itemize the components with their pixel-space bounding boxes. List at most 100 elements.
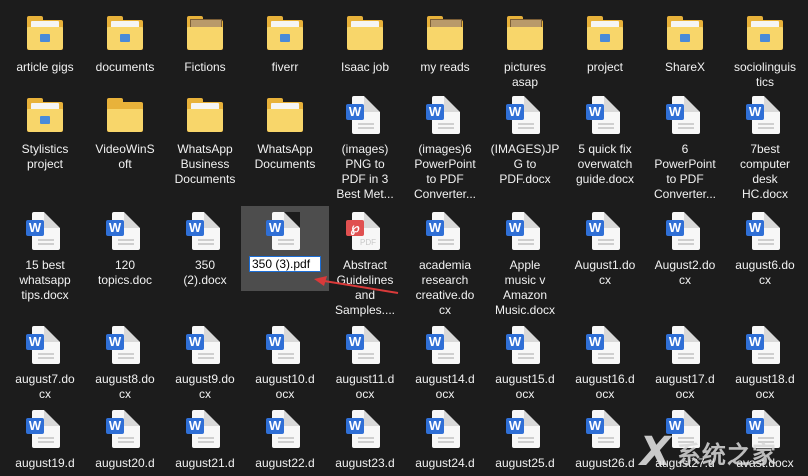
word-w-glyph: W: [106, 334, 124, 350]
file-item[interactable]: W 5 quick fix overwatch guide.docx: [565, 96, 645, 187]
file-item[interactable]: Waugust26.d: [565, 410, 645, 471]
item-label: 6 PowerPoint to PDF Converter...: [653, 142, 717, 201]
word-w-glyph: W: [586, 418, 604, 434]
folder-item[interactable]: article gigs: [5, 14, 85, 75]
file-item[interactable]: Waugust23.d: [325, 410, 405, 471]
file-item[interactable]: Waugust20.d: [85, 410, 165, 471]
folder-item[interactable]: Fictions: [165, 14, 245, 75]
file-item[interactable]: Waugust16.d ocx: [565, 326, 645, 402]
word-w-glyph: W: [426, 334, 444, 350]
file-item[interactable]: Waugust14.d ocx: [405, 326, 485, 402]
word-document-icon: W: [25, 410, 65, 450]
item-label: project: [586, 60, 624, 74]
file-item[interactable]: W 350 (3).pdf: [241, 206, 329, 291]
file-item[interactable]: Waugust19.d: [5, 410, 85, 471]
item-label: pictures asap: [503, 60, 547, 89]
file-item[interactable]: W 350 (2).docx: [165, 212, 245, 288]
word-w-glyph: W: [266, 334, 284, 350]
file-item[interactable]: W 7best computer desk HC.docx: [725, 96, 805, 202]
folder-item[interactable]: WhatsApp Documents: [245, 96, 325, 172]
item-label: august16.d ocx: [575, 372, 635, 401]
rename-input[interactable]: 350 (3).pdf: [249, 256, 321, 272]
word-document-icon: W: [105, 212, 145, 252]
word-document-icon: W: [345, 326, 385, 366]
word-document-icon: W: [25, 326, 65, 366]
file-item[interactable]: W (IMAGES)JP G to PDF.docx: [485, 96, 565, 187]
word-w-glyph: W: [506, 220, 524, 236]
word-w-glyph: W: [186, 220, 204, 236]
folder-item[interactable]: documents: [85, 14, 165, 75]
file-item[interactable]: Wacademia research creative.do cx: [405, 212, 485, 318]
file-item[interactable]: Waugust25.d: [485, 410, 565, 471]
word-document-icon: W: [185, 326, 225, 366]
word-document-icon: W: [265, 326, 305, 366]
folder-icon: [585, 14, 625, 54]
file-item[interactable]: W August1.do cx: [565, 212, 645, 288]
file-item[interactable]: W (images) PNG to PDF in 3 Best Met...: [325, 96, 405, 202]
file-item[interactable]: W 15 best whatsapp tips.docx: [5, 212, 85, 303]
file-item[interactable]: Waugust7.do cx: [5, 326, 85, 402]
item-label: WhatsApp Documents: [254, 142, 316, 171]
file-item[interactable]: Waugust8.do cx: [85, 326, 165, 402]
folder-item[interactable]: sociolinguis tics: [725, 14, 805, 90]
file-item[interactable]: Waugust21.d: [165, 410, 245, 471]
item-label: 7best computer desk HC.docx: [739, 142, 791, 201]
file-item[interactable]: Waugust18.d ocx: [725, 326, 805, 402]
item-label: august15.d ocx: [495, 372, 555, 401]
folder-item[interactable]: Isaac job: [325, 14, 405, 75]
item-label: august8.do cx: [95, 372, 155, 401]
folder-item[interactable]: Stylistics project: [5, 96, 85, 172]
item-label: article gigs: [16, 60, 74, 74]
item-label: August2.do cx: [654, 258, 716, 287]
word-w-glyph: W: [26, 334, 44, 350]
folder-icon: [345, 14, 385, 54]
folder-item[interactable]: fiverr: [245, 14, 325, 75]
file-item[interactable]: Waugust9.do cx: [165, 326, 245, 402]
word-w-glyph: W: [586, 334, 604, 350]
item-label: august10.d ocx: [255, 372, 315, 401]
folder-item[interactable]: my reads: [405, 14, 485, 75]
file-item[interactable]: W (images)6 PowerPoint to PDF Converter..…: [405, 96, 485, 202]
file-item[interactable]: W 120 topics.doc: [85, 212, 165, 288]
file-item[interactable]: Waugust11.d ocx: [325, 326, 405, 402]
folder-icon: [25, 96, 65, 136]
word-w-glyph: W: [666, 334, 684, 350]
word-w-glyph: W: [106, 220, 124, 236]
folder-item[interactable]: ShareX: [645, 14, 725, 75]
file-item[interactable]: W Apple music v Amazon Music.docx: [485, 212, 565, 318]
file-item[interactable]: Waugust17.d ocx: [645, 326, 725, 402]
file-item[interactable]: Waugust10.d ocx: [245, 326, 325, 402]
folder-icon: [425, 14, 465, 54]
word-w-glyph: W: [26, 418, 44, 434]
folder-icon: [185, 96, 225, 136]
file-item[interactable]: Waugust6.do cx: [725, 212, 805, 288]
word-document-icon: W: [425, 212, 465, 252]
file-item[interactable]: ℘ PDF Abstract Guidelines and Samples....: [325, 212, 405, 318]
file-item[interactable]: Waugust24.d: [405, 410, 485, 471]
folder-item[interactable]: pictures asap: [485, 14, 565, 90]
word-document-icon: W: [745, 212, 785, 252]
file-item[interactable]: Waugust15.d ocx: [485, 326, 565, 402]
word-w-glyph: W: [26, 220, 44, 236]
word-w-glyph: W: [586, 220, 604, 236]
word-w-glyph: W: [506, 104, 524, 120]
word-w-glyph: W: [586, 104, 604, 120]
file-item[interactable]: W August2.do cx: [645, 212, 725, 288]
item-label: Apple music v Amazon Music.docx: [494, 258, 556, 317]
folder-item[interactable]: VideoWinS oft: [85, 96, 165, 172]
item-label: fiverr: [271, 60, 299, 74]
word-document-icon: W: [665, 212, 705, 252]
item-label: august19.d: [15, 456, 75, 470]
word-document-icon: W: [505, 326, 545, 366]
word-document-icon: W: [665, 326, 705, 366]
item-label: 120 topics.doc: [97, 258, 153, 287]
word-w-glyph: W: [346, 104, 364, 120]
word-w-glyph: W: [666, 104, 684, 120]
file-item[interactable]: Waugust22.d: [245, 410, 325, 471]
item-label: ShareX: [664, 60, 706, 74]
word-w-glyph: W: [746, 104, 764, 120]
folder-item[interactable]: WhatsApp Business Documents: [165, 96, 245, 187]
file-item[interactable]: W 6 PowerPoint to PDF Converter...: [645, 96, 725, 202]
item-label: 5 quick fix overwatch guide.docx: [575, 142, 635, 186]
folder-item[interactable]: project: [565, 14, 645, 75]
